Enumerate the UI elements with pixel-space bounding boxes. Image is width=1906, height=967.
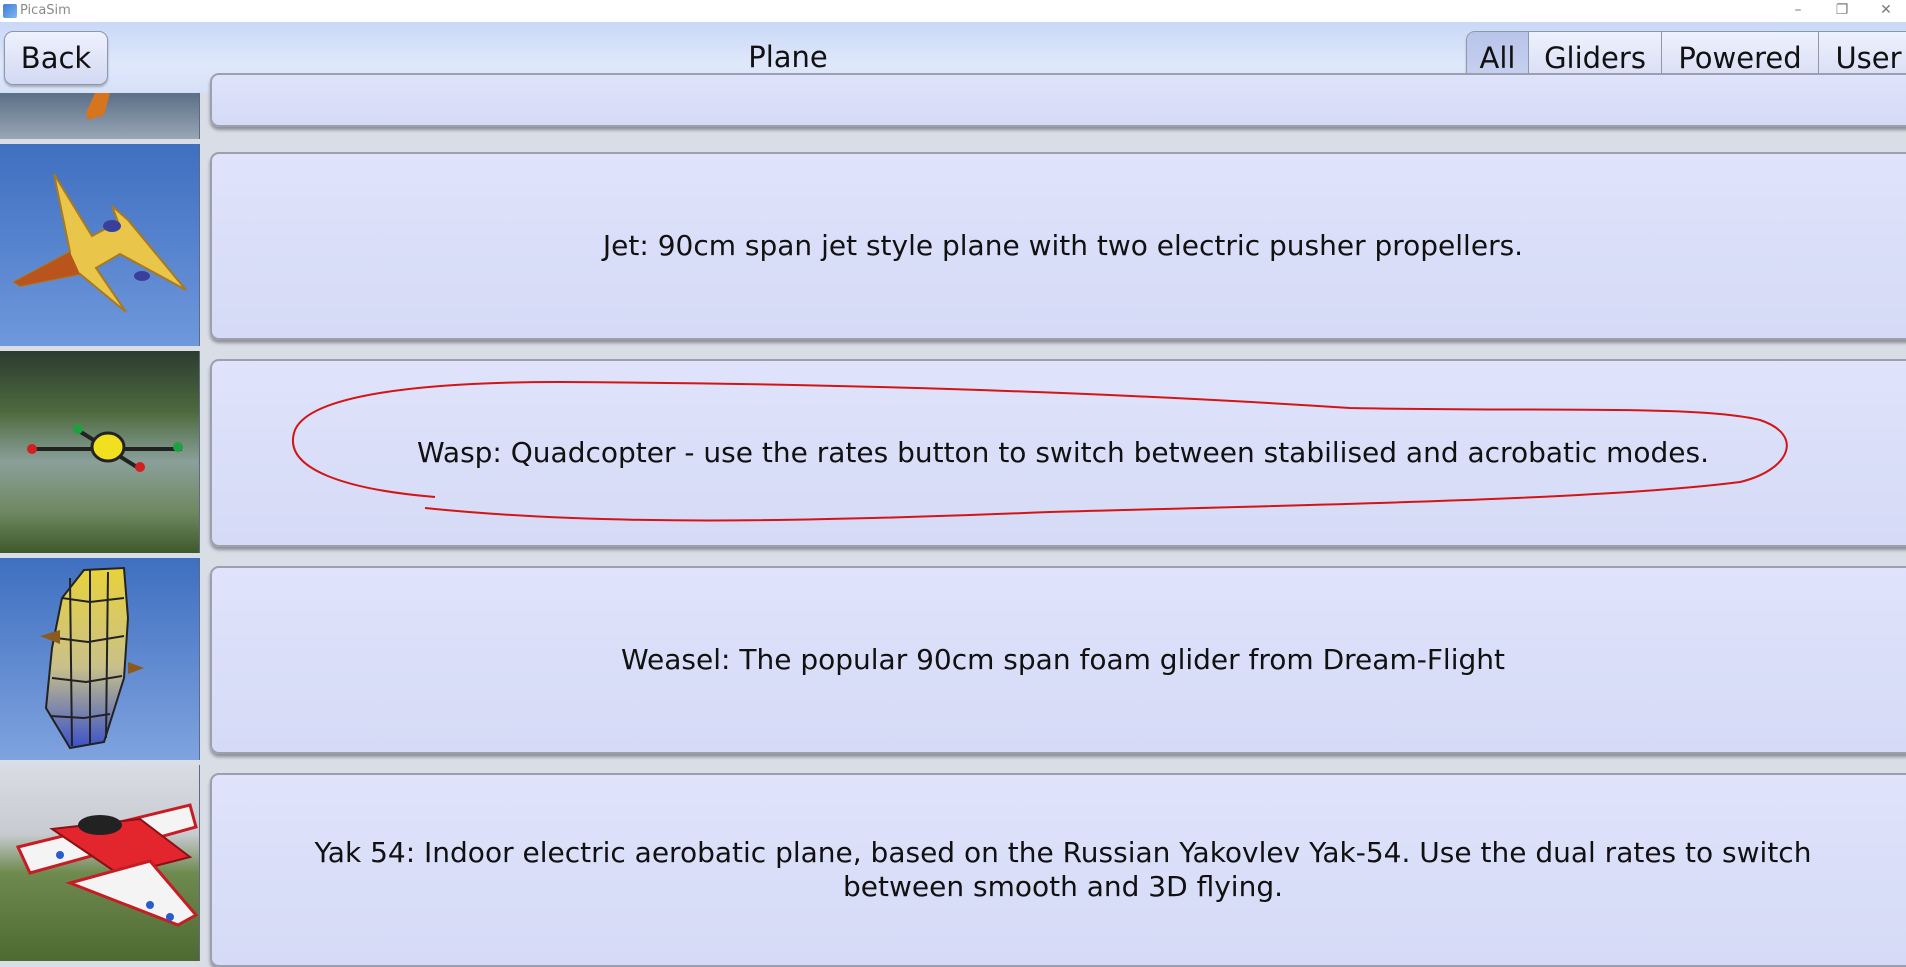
quadcopter-image-icon [27,424,183,472]
model-card[interactable]: Jet: 90cm span jet style plane with two … [210,152,1906,340]
model-card[interactable] [210,73,1906,127]
restore-icon[interactable]: ❐ [1822,0,1862,22]
model-card[interactable]: Wasp: Quadcopter - use the rates button … [210,359,1906,547]
model-description: Jet: 90cm span jet style plane with two … [602,229,1524,262]
minimize-icon[interactable]: – [1778,0,1818,22]
list-item[interactable]: Yak 54: Indoor electric aerobatic plane,… [0,765,1906,967]
list-item[interactable]: Wasp: Quadcopter - use the rates button … [0,351,1906,556]
model-thumbnail [0,351,200,553]
model-description: Wasp: Quadcopter - use the rates button … [417,436,1709,469]
model-card[interactable]: Weasel: The popular 90cm span foam glide… [210,566,1906,754]
model-thumbnail [0,558,200,760]
model-thumbnail [0,93,200,139]
list-item[interactable]: Weasel: The popular 90cm span foam glide… [0,558,1906,763]
picasim-app-icon [3,4,17,18]
page-title: Plane [748,40,828,74]
window-title: PicaSim [20,3,71,18]
plane-image-icon [86,93,110,120]
model-thumbnail [0,765,200,961]
model-card[interactable]: Yak 54: Indoor electric aerobatic plane,… [210,773,1906,967]
jet-image-icon [12,173,187,313]
yak54-image-icon [15,803,199,927]
model-description: Weasel: The popular 90cm span foam glide… [621,643,1505,676]
list-item[interactable] [0,73,1906,141]
model-description: Yak 54: Indoor electric aerobatic plane,… [314,836,1812,903]
list-item[interactable]: Jet: 90cm span jet style plane with two … [0,144,1906,349]
model-thumbnail [0,144,200,346]
close-icon[interactable]: ✕ [1866,0,1906,22]
weasel-glider-image-icon [40,566,144,750]
window-titlebar: PicaSim – ❐ ✕ [0,0,1906,22]
model-list[interactable]: Jet: 90cm span jet style plane with two … [0,73,1906,967]
